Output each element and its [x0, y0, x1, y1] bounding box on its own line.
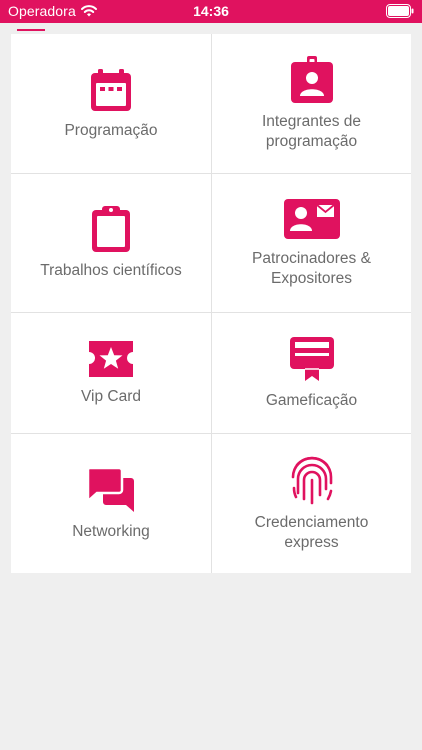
- menu-item-label: Programação: [64, 121, 158, 139]
- tab-indicator: [17, 29, 45, 31]
- clipboard-icon: [92, 206, 130, 252]
- card-ribbon-icon: [289, 337, 334, 381]
- menu-item-label: Networking: [72, 522, 150, 540]
- menu-item-label: Gameficação: [265, 392, 358, 409]
- chat-bubbles-icon: [86, 466, 134, 512]
- menu-item-gameficacao[interactable]: Gameficação: [212, 313, 411, 433]
- menu-item-label: Patrocinadores & Expositores: [252, 250, 371, 287]
- battery-icon: [386, 4, 414, 18]
- menu-grid: Programação Integrantes de programação T…: [11, 34, 411, 573]
- badge-icon: [290, 55, 333, 103]
- menu-item-credenciamento[interactable]: Credenciamento express: [212, 434, 411, 573]
- menu-item-vip-card[interactable]: Vip Card: [11, 313, 211, 433]
- status-bar: Operadora 14:36: [0, 0, 422, 23]
- menu-item-programacao[interactable]: Programação: [11, 34, 211, 173]
- menu-item-integrantes[interactable]: Integrantes de programação: [212, 34, 411, 173]
- menu-item-label: Credenciamento express: [254, 513, 369, 551]
- status-time: 14:36: [193, 3, 229, 19]
- menu-item-networking[interactable]: Networking: [11, 434, 211, 573]
- calendar-icon: [91, 68, 131, 111]
- menu-item-patrocinadores[interactable]: Patrocinadores & Expositores: [212, 174, 411, 312]
- menu-item-label: Trabalhos científicos: [40, 262, 182, 279]
- menu-item-label: Integrantes de programação: [261, 112, 362, 150]
- menu-item-label: Vip Card: [80, 388, 142, 405]
- contact-card-icon: [283, 199, 340, 239]
- menu-item-trabalhos[interactable]: Trabalhos científicos: [11, 174, 211, 312]
- fingerprint-icon: [291, 456, 332, 504]
- ticket-star-icon: [89, 341, 133, 377]
